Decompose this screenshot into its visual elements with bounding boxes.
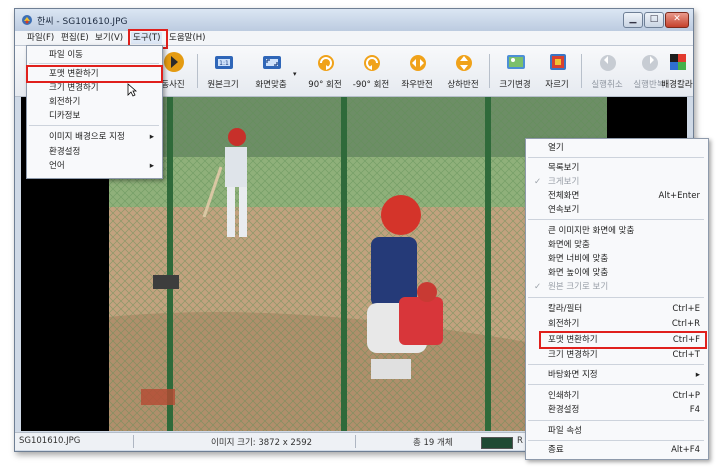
mouse-cursor-icon <box>127 83 137 97</box>
window-title: 한씨 - SG101610.JPG <box>37 17 128 27</box>
status-color-swatch <box>481 437 513 449</box>
menu-separator <box>528 420 704 421</box>
context-item-open[interactable]: 열기 <box>548 141 564 155</box>
context-item-slideshow[interactable]: 연속보기 <box>548 203 579 217</box>
shortcut-settings: F4 <box>689 405 700 415</box>
context-item-color-filter[interactable]: 칼라/필터 <box>548 302 582 316</box>
toolbar-label: 배경칼라 <box>661 80 693 90</box>
menu-help[interactable]: 도움말(H) <box>167 32 207 44</box>
context-item-resize[interactable]: 크기 변경하기 <box>548 348 598 362</box>
menu-view[interactable]: 보기(V) <box>93 32 125 44</box>
menu-separator <box>528 364 704 365</box>
menu-separator <box>29 125 159 126</box>
tools-item-resize[interactable]: 크기 변경하기 <box>49 81 99 95</box>
status-filename: SG101610.JPG <box>19 436 81 446</box>
submenu-arrow-icon: ▸ <box>149 161 154 171</box>
chevron-down-icon[interactable]: ▾ <box>293 70 297 78</box>
context-item-original-size[interactable]: 원본 크기로 보기 <box>548 280 608 294</box>
context-item-set-wallpaper[interactable]: 바탕화면 지정 <box>548 368 598 382</box>
menu-file[interactable]: 파일(F) <box>25 32 56 44</box>
tools-item-set-background[interactable]: 이미지 배경으로 지정 <box>49 130 125 144</box>
status-item-count: 총 19 개체 <box>413 438 453 448</box>
toolbar-label: 자르기 <box>545 80 569 90</box>
menu-separator <box>528 384 704 385</box>
flip-horizontal-icon <box>410 55 426 71</box>
status-image-size: 이미지 크기: 3872 x 2592 <box>211 438 313 448</box>
format-convert-highlight <box>26 65 163 83</box>
rotate-right-icon <box>318 55 334 71</box>
check-icon: ✓ <box>534 282 542 292</box>
minimize-button[interactable]: ▁ <box>623 12 643 28</box>
menu-separator <box>528 440 704 441</box>
tools-item-camera-info[interactable]: 디카정보 <box>49 109 80 123</box>
context-item-print[interactable]: 인쇄하기 <box>548 389 579 403</box>
tools-item-move-file[interactable]: 파일 이동 <box>49 48 83 62</box>
toolbar-fit-screen[interactable]: 화면맞춤 <box>249 48 293 94</box>
context-item-large-view[interactable]: 크게보기 <box>548 175 579 189</box>
context-item-settings[interactable]: 환경설정 <box>548 403 579 417</box>
status-separator <box>355 435 356 448</box>
context-item-rotate[interactable]: 회전하기 <box>548 317 579 331</box>
toolbar-rotate-right[interactable]: 90° 회전 <box>303 48 347 94</box>
original-size-icon: 1:1 <box>215 56 233 69</box>
shortcut-print: Ctrl+P <box>672 391 700 401</box>
status-extra: R <box>517 436 523 446</box>
status-separator <box>133 435 134 448</box>
toolbar-flip-vertical[interactable]: 상하반전 <box>441 48 485 94</box>
submenu-arrow-icon: ▸ <box>149 132 154 142</box>
menu-edit[interactable]: 편집(E) <box>59 32 91 44</box>
shortcut-fullscreen: Alt+Enter <box>658 191 700 201</box>
shortcut-exit: Alt+F4 <box>671 445 700 455</box>
tools-item-settings[interactable]: 환경설정 <box>49 145 80 159</box>
context-item-fit-height[interactable]: 화면 높이에 맞춤 <box>548 266 608 280</box>
svg-text:1:1: 1:1 <box>219 60 229 67</box>
toolbar-label: 상하반전 <box>447 80 479 90</box>
toolbar-background-color[interactable]: 배경칼라 <box>655 48 699 94</box>
maximize-button[interactable]: □ <box>644 12 664 28</box>
toolbar-rotate-left[interactable]: -90° 회전 <box>349 48 393 94</box>
title-bar[interactable]: 한씨 - SG101610.JPG ▁ □ ✕ <box>15 9 693 31</box>
background-color-icon <box>670 54 686 70</box>
flip-vertical-icon <box>456 55 472 71</box>
menu-separator <box>528 297 704 298</box>
context-item-list-view[interactable]: 목록보기 <box>548 161 579 175</box>
check-icon: ✓ <box>534 177 542 187</box>
context-menu: 열기 목록보기 ✓ 크게보기 전체화면 Alt+Enter 연속보기 큰 이미지… <box>525 138 709 460</box>
context-item-fit-width[interactable]: 화면 너비에 맞춤 <box>548 252 608 266</box>
shortcut-resize: Ctrl+T <box>672 350 700 360</box>
next-arrow-icon <box>164 52 184 72</box>
context-item-fullscreen[interactable]: 전체화면 <box>548 189 579 203</box>
context-item-fit-screen[interactable]: 화면에 맞춤 <box>548 238 590 252</box>
toolbar-crop[interactable]: 자르기 <box>535 48 579 94</box>
context-item-fit-large-only[interactable]: 큰 이미지만 화면에 맞춤 <box>548 224 634 238</box>
menu-separator <box>528 219 704 220</box>
undo-icon <box>600 55 616 71</box>
toolbar-label: 화면맞춤 <box>255 80 287 90</box>
fit-screen-icon <box>263 56 281 69</box>
submenu-arrow-icon: ▸ <box>695 370 700 380</box>
rotate-left-icon <box>364 55 380 71</box>
tools-item-rotate[interactable]: 회전하기 <box>49 95 80 109</box>
toolbar-flip-horizontal[interactable]: 좌우반전 <box>395 48 439 94</box>
shortcut-rotate: Ctrl+R <box>671 319 700 329</box>
toolbar-original-size[interactable]: 1:1 원본크기 <box>201 48 245 94</box>
menu-separator <box>528 157 704 158</box>
crop-icon <box>550 54 566 70</box>
app-logo-icon <box>22 15 32 25</box>
shortcut-color-filter: Ctrl+E <box>672 304 700 314</box>
context-format-convert-highlight <box>539 331 707 349</box>
tools-item-language[interactable]: 언어 <box>49 159 65 173</box>
menu-separator <box>29 63 159 64</box>
context-item-exit[interactable]: 종료 <box>548 443 564 457</box>
resize-icon <box>507 55 525 69</box>
menu-bar: 파일(F) 편집(E) 보기(V) 도구(T) 도움말(H) <box>15 31 693 46</box>
context-item-file-properties[interactable]: 파일 속성 <box>548 424 582 438</box>
close-button[interactable]: ✕ <box>665 12 689 28</box>
